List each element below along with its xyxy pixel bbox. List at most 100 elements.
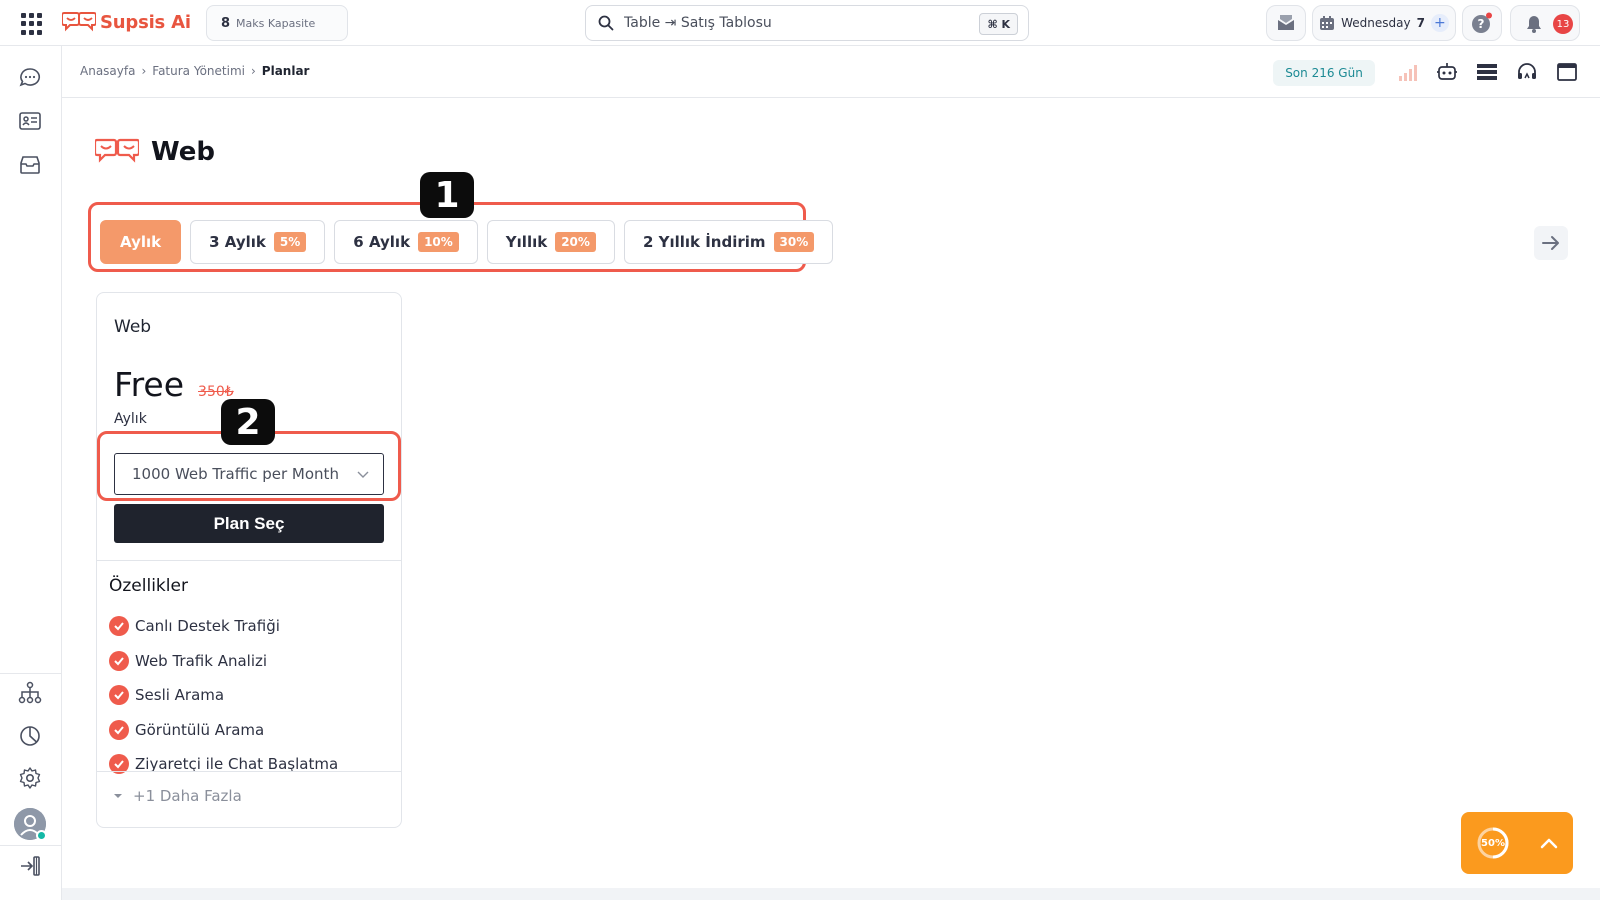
features-title: Özellikler [109, 576, 188, 596]
org-chart-icon[interactable] [18, 681, 42, 705]
search-icon [598, 15, 614, 31]
capacity-indicator[interactable]: 8 Maks Kapasite [206, 5, 348, 41]
help-button[interactable]: ? [1462, 5, 1502, 41]
apps-grid-icon[interactable] [21, 13, 43, 35]
date-label: Wednesday [1341, 16, 1411, 30]
progress-ring: 50% [1476, 826, 1510, 860]
inbox-button[interactable] [1266, 5, 1306, 41]
notifications-button[interactable]: 13 [1510, 5, 1580, 41]
select-value: 1000 Web Traffic per Month [132, 465, 339, 483]
discount-badge: 30% [773, 232, 815, 252]
svg-text:?: ? [1478, 17, 1485, 31]
discount-badge: 5% [273, 232, 307, 252]
check-icon [109, 616, 129, 637]
feature-label: Canlı Destek Trafiği [135, 617, 280, 636]
plan-period: Aylık [114, 411, 147, 427]
top-bar: Supsis Ai 8 Maks Kapasite ⌘ K Wednesday … [0, 0, 1600, 46]
feature-label: Web Trafik Analizi [135, 651, 268, 670]
date-day: 7 [1416, 16, 1425, 30]
tab-yearly[interactable]: Yıllık 20% [486, 220, 615, 264]
breadcrumb-current: Planlar [261, 64, 310, 78]
calendar-icon [1320, 16, 1335, 30]
annotation-marker-2: 2 [221, 399, 275, 445]
sidebar-divider [0, 673, 62, 674]
bottom-bar [62, 888, 1600, 900]
tab-semiannual[interactable]: 6 Aylık 10% [334, 220, 478, 264]
discount-badge: 20% [555, 232, 596, 252]
next-button[interactable] [1534, 226, 1568, 260]
tab-label: 2 Yıllık İndirim [642, 233, 766, 251]
capacity-label: Maks Kapasite [236, 16, 316, 30]
breadcrumb-separator: › [250, 64, 256, 78]
search-bar[interactable]: ⌘ K [585, 5, 1029, 41]
onboarding-progress-button[interactable]: 50% [1461, 812, 1573, 874]
plan-price: Free [114, 365, 185, 404]
breadcrumb-separator: › [141, 64, 147, 78]
tab-quarterly[interactable]: 3 Aylık 5% [190, 220, 326, 264]
pie-chart-icon[interactable] [18, 724, 42, 748]
app-logo[interactable]: Supsis Ai [62, 8, 191, 36]
more-label: +1 Daha Fazla [133, 787, 242, 805]
choose-plan-button[interactable]: Plan Seç [114, 504, 384, 543]
logo-icon [62, 12, 96, 32]
archive-icon[interactable] [18, 153, 42, 177]
billing-period-tabs: Aylık 3 Aylık 5% 6 Aylık 10% Yıllık 20% … [100, 220, 834, 264]
chevron-down-icon [357, 471, 369, 478]
date-range-button[interactable]: Son 216 Gün [1273, 60, 1375, 86]
sidebar [0, 46, 62, 900]
discount-badge: 10% [418, 232, 459, 252]
tab-label: Yıllık [505, 233, 548, 251]
logout-icon[interactable] [18, 854, 42, 878]
caret-down-icon [114, 794, 122, 798]
contact-card-icon[interactable] [18, 109, 42, 133]
tab-label: Aylık [120, 233, 162, 251]
logo-text: Supsis Ai [100, 11, 191, 33]
sidebar-divider [0, 845, 62, 846]
tab-two-yearly[interactable]: 2 Yıllık İndirim 30% [623, 220, 834, 264]
mail-icon [1278, 15, 1294, 30]
show-more-features[interactable]: +1 Daha Fazla [113, 787, 242, 805]
list-item: Görüntülü Arama [109, 713, 338, 748]
capacity-number: 8 [221, 15, 231, 31]
breadcrumb: Anasayfa › Fatura Yönetimi › Planlar [80, 64, 309, 78]
online-status-dot [36, 830, 47, 841]
check-icon [109, 719, 129, 740]
plan-name: Web [114, 317, 152, 337]
breadcrumb-bar: Anasayfa › Fatura Yönetimi › Planlar Son… [62, 46, 1600, 98]
feature-label: Sesli Arama [135, 686, 225, 705]
add-icon[interactable]: + [1430, 14, 1449, 32]
bell-icon [1527, 16, 1541, 33]
list-item: Ziyaretçi ile Chat Başlatma [109, 747, 338, 782]
date-picker[interactable]: Wednesday 7 + [1312, 5, 1456, 41]
feature-label: Görüntülü Arama [135, 720, 265, 739]
breadcrumb-billing[interactable]: Fatura Yönetimi [152, 64, 245, 78]
window-icon[interactable] [1556, 61, 1578, 83]
web-channel-icon [95, 138, 139, 163]
bot-icon[interactable] [1436, 61, 1458, 83]
traffic-tier-select[interactable]: 1000 Web Traffic per Month [114, 453, 384, 495]
headset-icon[interactable] [1516, 61, 1538, 83]
check-icon [109, 685, 129, 706]
notification-count-badge: 13 [1553, 14, 1573, 34]
breadcrumb-home[interactable]: Anasayfa [80, 64, 135, 78]
search-input[interactable] [624, 15, 974, 31]
list-view-icon[interactable] [1476, 61, 1498, 83]
check-icon [109, 650, 129, 671]
settings-gear-icon[interactable] [18, 766, 42, 790]
tab-label: 3 Aylık [209, 233, 266, 251]
progress-label: 50% [1481, 837, 1505, 849]
tab-monthly[interactable]: Aylık [100, 220, 182, 264]
tab-label: 6 Aylık [353, 233, 411, 251]
price-row: Free 350₺ [114, 365, 234, 404]
list-item: Web Trafik Analizi [109, 644, 338, 679]
page-header: Web [95, 136, 215, 168]
card-divider [97, 771, 401, 772]
search-shortcut: ⌘ K [979, 13, 1018, 35]
annotation-marker-1: 1 [420, 172, 474, 218]
signal-bars-icon[interactable] [1397, 61, 1419, 83]
list-item: Canlı Destek Trafiği [109, 609, 338, 644]
chat-icon[interactable] [18, 66, 42, 90]
plan-card: Web Free 350₺ Aylık 1000 Web Traffic per… [96, 292, 402, 828]
help-icon: ? [1472, 12, 1492, 33]
arrow-right-icon [1542, 236, 1559, 250]
